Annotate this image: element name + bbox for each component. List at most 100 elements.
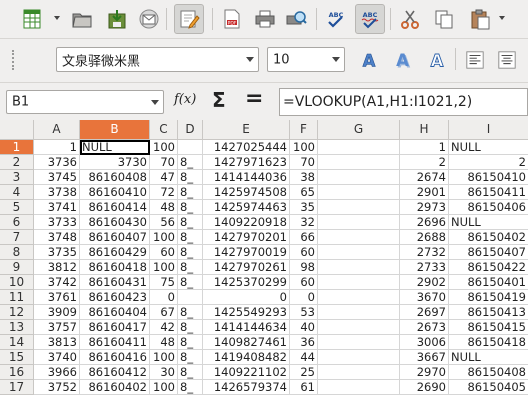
cell-b4[interactable]: 86160410 [80,185,150,200]
cell-a15[interactable]: 3740 [34,350,80,365]
cell-b16[interactable]: 86160412 [80,365,150,380]
cell-a5[interactable]: 3741 [34,200,80,215]
cell-e11[interactable]: 0 [203,290,290,305]
function-wizard-button[interactable]: f(x) [174,92,196,107]
row-header[interactable]: 7 [0,230,34,245]
cell-f8[interactable]: 60 [290,245,318,260]
cell-f15[interactable]: 44 [290,350,318,365]
row-header[interactable]: 13 [0,320,34,335]
row-header[interactable]: 16 [0,365,34,380]
row-header[interactable]: 15 [0,350,34,365]
cell-a14[interactable]: 3813 [34,335,80,350]
cell-h17[interactable]: 2690 [400,380,449,395]
cell-b3[interactable]: 86160408 [80,170,150,185]
font-size-box[interactable]: 10 [267,47,345,72]
cell-h9[interactable]: 2733 [400,260,449,275]
cell-c14[interactable]: 48 [150,335,178,350]
cell-g15[interactable] [318,350,400,365]
cell-g13[interactable] [318,320,400,335]
cell-i8[interactable]: 86150407 [449,245,528,260]
cell-d8[interactable]: 8_ [178,245,203,260]
cell-e17[interactable]: 1426579374 [203,380,290,395]
cell-i17[interactable]: 86150405 [449,380,528,395]
paste-dropdown-icon[interactable] [499,16,505,20]
cell-i13[interactable]: 86150415 [449,320,528,335]
cell-e10[interactable]: 1425370299 [203,275,290,290]
cell-g16[interactable] [318,365,400,380]
edit-mode-icon[interactable] [174,4,204,34]
cell-a10[interactable]: 3742 [34,275,80,290]
sum-button[interactable]: Σ [212,88,226,112]
cell-g4[interactable] [318,185,400,200]
cell-f6[interactable]: 32 [290,215,318,230]
cell-c9[interactable]: 100 [150,260,178,275]
column-header-e[interactable]: E [203,120,290,140]
cell-f3[interactable]: 38 [290,170,318,185]
cell-e8[interactable]: 1427970019 [203,245,290,260]
cell-e6[interactable]: 1409220918 [203,215,290,230]
cell-h6[interactable]: 2696 [400,215,449,230]
shadow-text-icon[interactable]: AA [390,47,416,73]
cell-e16[interactable]: 1409221102 [203,365,290,380]
cell-c11[interactable]: 0 [150,290,178,305]
cell-h14[interactable]: 3006 [400,335,449,350]
email-icon[interactable] [135,5,163,33]
cell-f14[interactable]: 36 [290,335,318,350]
cell-h4[interactable]: 2901 [400,185,449,200]
cell-e2[interactable]: 1427971623 [203,155,290,170]
cell-i7[interactable]: 86150402 [449,230,528,245]
cell-d2[interactable]: 8_ [178,155,203,170]
cell-e12[interactable]: 1425549293 [203,305,290,320]
row-header[interactable]: 5 [0,200,34,215]
cell-i16[interactable]: 86150408 [449,365,528,380]
row-header[interactable]: 8 [0,245,34,260]
cell-f9[interactable]: 98 [290,260,318,275]
spreadsheet-icon[interactable] [18,5,46,33]
cell-d3[interactable]: 8_ [178,170,203,185]
cell-b14[interactable]: 86160411 [80,335,150,350]
cell-e1[interactable]: 1427025444 [203,140,290,155]
cell-g9[interactable] [318,260,400,275]
cell-b13[interactable]: 86160417 [80,320,150,335]
chevron-down-icon[interactable] [242,48,258,71]
row-header[interactable]: 3 [0,170,34,185]
cell-a9[interactable]: 3812 [34,260,80,275]
chevron-down-icon[interactable] [328,48,344,71]
cell-a4[interactable]: 3738 [34,185,80,200]
cell-b2[interactable]: 3730 [80,155,150,170]
cell-f17[interactable]: 61 [290,380,318,395]
row-header[interactable]: 1 [0,140,34,155]
cell-i1[interactable]: NULL [449,140,528,155]
cell-g7[interactable] [318,230,400,245]
cell-b5[interactable]: 86160414 [80,200,150,215]
row-header[interactable]: 11 [0,290,34,305]
cell-c13[interactable]: 42 [150,320,178,335]
cell-h5[interactable]: 2973 [400,200,449,215]
cell-h12[interactable]: 2697 [400,305,449,320]
cell-c2[interactable]: 70 [150,155,178,170]
export-pdf-icon[interactable]: PDF [218,5,246,33]
cell-i5[interactable]: 86150406 [449,200,528,215]
cell-h1[interactable]: 1 [400,140,449,155]
cell-h13[interactable]: 2673 [400,320,449,335]
cell-i12[interactable]: 86150413 [449,305,528,320]
row-header[interactable]: 12 [0,305,34,320]
cell-a11[interactable]: 3761 [34,290,80,305]
cell-c12[interactable]: 67 [150,305,178,320]
cell-a1[interactable]: 1 [34,140,80,155]
cell-g6[interactable] [318,215,400,230]
cell-i4[interactable]: 86150411 [449,185,528,200]
cell-d10[interactable]: 8_ [178,275,203,290]
column-header-b[interactable]: B [80,120,150,140]
cell-f13[interactable]: 40 [290,320,318,335]
cell-d16[interactable]: 8_ [178,365,203,380]
cell-h10[interactable]: 2902 [400,275,449,290]
cell-e14[interactable]: 1409827461 [203,335,290,350]
cell-e4[interactable]: 1425974508 [203,185,290,200]
cell-c10[interactable]: 75 [150,275,178,290]
cell-g12[interactable] [318,305,400,320]
cell-d1[interactable] [178,140,203,155]
cell-h2[interactable]: 2 [400,155,449,170]
cell-h8[interactable]: 2732 [400,245,449,260]
cell-g3[interactable] [318,170,400,185]
